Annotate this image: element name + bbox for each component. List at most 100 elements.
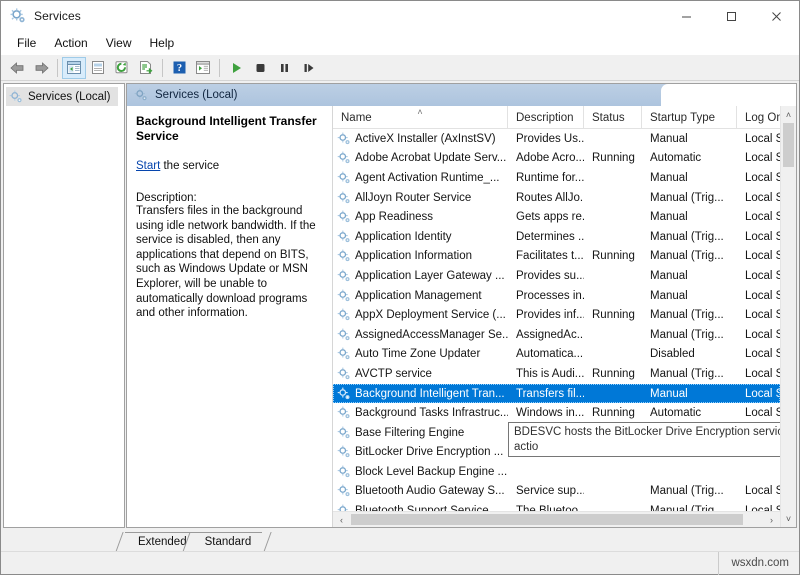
refresh-button[interactable] xyxy=(110,57,134,79)
sort-ascending-caret-icon: ˄ xyxy=(417,107,422,117)
cell-startup-type: Manual xyxy=(642,211,737,223)
column-header-startup-type[interactable]: Startup Type xyxy=(642,106,737,129)
cell-service-name: Auto Time Zone Updater xyxy=(333,347,508,361)
scroll-down-arrow[interactable]: ˅ xyxy=(781,510,797,527)
toolbar-separator xyxy=(57,59,58,77)
toolbar-separator xyxy=(219,59,220,77)
table-row[interactable]: Agent Activation Runtime_...Runtime for.… xyxy=(333,168,780,188)
tab-standard[interactable]: Standard xyxy=(192,532,263,551)
cell-description: Provides inf... xyxy=(508,309,584,321)
vertical-scroll-track[interactable] xyxy=(781,123,797,510)
column-header-status[interactable]: Status xyxy=(584,106,642,129)
results-pane: Services (Local) Background Intelligent … xyxy=(126,83,797,528)
cell-description: Gets apps re... xyxy=(508,211,584,223)
menu-action[interactable]: Action xyxy=(45,34,96,52)
services-gear-icon xyxy=(337,387,351,401)
table-row[interactable]: Background Intelligent Tran...Transfers … xyxy=(333,384,780,404)
column-header-name[interactable]: Name ˄ xyxy=(333,106,508,129)
table-row[interactable]: Application Layer Gateway ...Provides su… xyxy=(333,266,780,286)
scroll-left-arrow[interactable]: ‹ xyxy=(333,512,350,528)
table-row[interactable]: Application IdentityDetermines ...Manual… xyxy=(333,227,780,247)
table-row[interactable]: Application ManagementProcesses in...Man… xyxy=(333,286,780,306)
table-row[interactable]: Background Tasks Infrastruc...Windows in… xyxy=(333,403,780,423)
cell-startup-type: Manual (Trig... xyxy=(642,329,737,341)
cell-service-name: AssignedAccessManager Se... xyxy=(333,328,508,342)
pause-service-button[interactable] xyxy=(272,57,296,79)
horizontal-scrollbar[interactable]: ‹ › xyxy=(333,511,780,527)
start-service-link[interactable]: Start xyxy=(136,160,160,172)
forward-button[interactable] xyxy=(29,57,53,79)
scroll-right-arrow[interactable]: › xyxy=(763,512,780,528)
column-header-description[interactable]: Description xyxy=(508,106,584,129)
table-row[interactable]: AppX Deployment Service (...Provides inf… xyxy=(333,305,780,325)
maximize-button[interactable] xyxy=(709,1,754,31)
service-details-pane: Background Intelligent Transfer Service … xyxy=(127,106,332,527)
table-row[interactable]: Auto Time Zone UpdaterAutomatica...Disab… xyxy=(333,345,780,365)
start-service-button[interactable] xyxy=(224,57,248,79)
help-button[interactable]: ? xyxy=(167,57,191,79)
cell-service-name: Base Filtering Engine xyxy=(333,426,508,440)
cell-startup-type: Manual (Trig... xyxy=(642,309,737,321)
cell-startup-type: Manual (Trig... xyxy=(642,485,737,497)
properties-button[interactable] xyxy=(86,57,110,79)
table-row[interactable]: Application InformationFacilitates t...R… xyxy=(333,247,780,267)
table-row[interactable]: AVCTP serviceThis is Audi...RunningManua… xyxy=(333,364,780,384)
service-description-tooltip: BDESVC hosts the BitLocker Drive Encrypt… xyxy=(508,422,780,457)
window-controls xyxy=(664,1,799,31)
export-list-button[interactable] xyxy=(134,57,158,79)
results-pane-content: Background Intelligent Transfer Service … xyxy=(127,106,796,527)
horizontal-scroll-thumb[interactable] xyxy=(351,514,743,525)
cell-startup-type: Automatic xyxy=(642,407,737,419)
services-gear-icon xyxy=(9,90,23,104)
back-button[interactable] xyxy=(5,57,29,79)
stop-service-button[interactable] xyxy=(248,57,272,79)
close-button[interactable] xyxy=(754,1,799,31)
horizontal-scroll-track[interactable] xyxy=(350,512,763,528)
services-gear-icon xyxy=(337,191,351,205)
table-row[interactable]: AssignedAccessManager Se...AssignedAc...… xyxy=(333,325,780,345)
service-name-text: Application Layer Gateway ... xyxy=(355,270,505,282)
table-row[interactable]: ActiveX Installer (AxInstSV)Provides Us.… xyxy=(333,129,780,149)
table-row[interactable]: Adobe Acrobat Update Serv...Adobe Acro..… xyxy=(333,149,780,169)
cell-log-on: Local Sy xyxy=(737,309,780,321)
vertical-scrollbar[interactable]: ˄ ˅ xyxy=(780,106,796,527)
cell-status: Running xyxy=(584,309,642,321)
cell-log-on: Local Sy xyxy=(737,407,780,419)
status-bar: wsxdn.com xyxy=(1,551,799,574)
services-list-body[interactable]: ActiveX Installer (AxInstSV)Provides Us.… xyxy=(333,129,780,511)
table-row[interactable]: AllJoyn Router ServiceRoutes AllJo...Man… xyxy=(333,188,780,208)
cell-log-on: Local Se xyxy=(737,485,780,497)
table-row[interactable]: Bluetooth Audio Gateway S...Service sup.… xyxy=(333,482,780,502)
menu-help[interactable]: Help xyxy=(141,34,184,52)
services-gear-icon xyxy=(337,249,351,263)
cell-service-name: BitLocker Drive Encryption ... xyxy=(333,445,508,459)
cell-log-on: Local Se xyxy=(737,368,780,380)
cell-log-on: Local Se xyxy=(737,192,780,204)
service-name-text: AllJoyn Router Service xyxy=(355,192,471,204)
services-gear-icon xyxy=(337,151,351,165)
minimize-button[interactable] xyxy=(664,1,709,31)
service-name-text: Agent Activation Runtime_... xyxy=(355,172,499,184)
show-hide-console-tree-button[interactable] xyxy=(62,57,86,79)
service-name-text: AssignedAccessManager Se... xyxy=(355,329,508,341)
vertical-scroll-thumb[interactable] xyxy=(783,123,794,167)
restart-service-button[interactable] xyxy=(296,57,320,79)
cell-startup-type: Manual (Trig... xyxy=(642,231,737,243)
cell-service-name: AVCTP service xyxy=(333,367,508,381)
table-row[interactable]: App ReadinessGets apps re...ManualLocal … xyxy=(333,207,780,227)
menu-view[interactable]: View xyxy=(97,34,141,52)
selected-service-title: Background Intelligent Transfer Service xyxy=(136,114,323,144)
cell-log-on: Local Sy xyxy=(737,388,780,400)
scroll-up-arrow[interactable]: ˄ xyxy=(781,106,797,123)
service-name-text: Block Level Backup Engine ... xyxy=(355,466,507,478)
show-hide-action-pane-button[interactable] xyxy=(191,57,215,79)
menu-file[interactable]: File xyxy=(8,34,45,52)
service-name-text: Application Identity xyxy=(355,231,452,243)
column-header-log-on[interactable]: Log On xyxy=(737,106,780,129)
console-body: Services (Local) Services xyxy=(1,81,799,530)
tree-node-services-local[interactable]: Services (Local) xyxy=(6,87,118,106)
watermark-label: wsxdn.com xyxy=(718,552,799,575)
table-row[interactable]: Block Level Backup Engine ... xyxy=(333,462,780,482)
services-gear-icon xyxy=(337,504,351,511)
table-row[interactable]: Bluetooth Support ServiceThe Bluetoo...M… xyxy=(333,501,780,511)
